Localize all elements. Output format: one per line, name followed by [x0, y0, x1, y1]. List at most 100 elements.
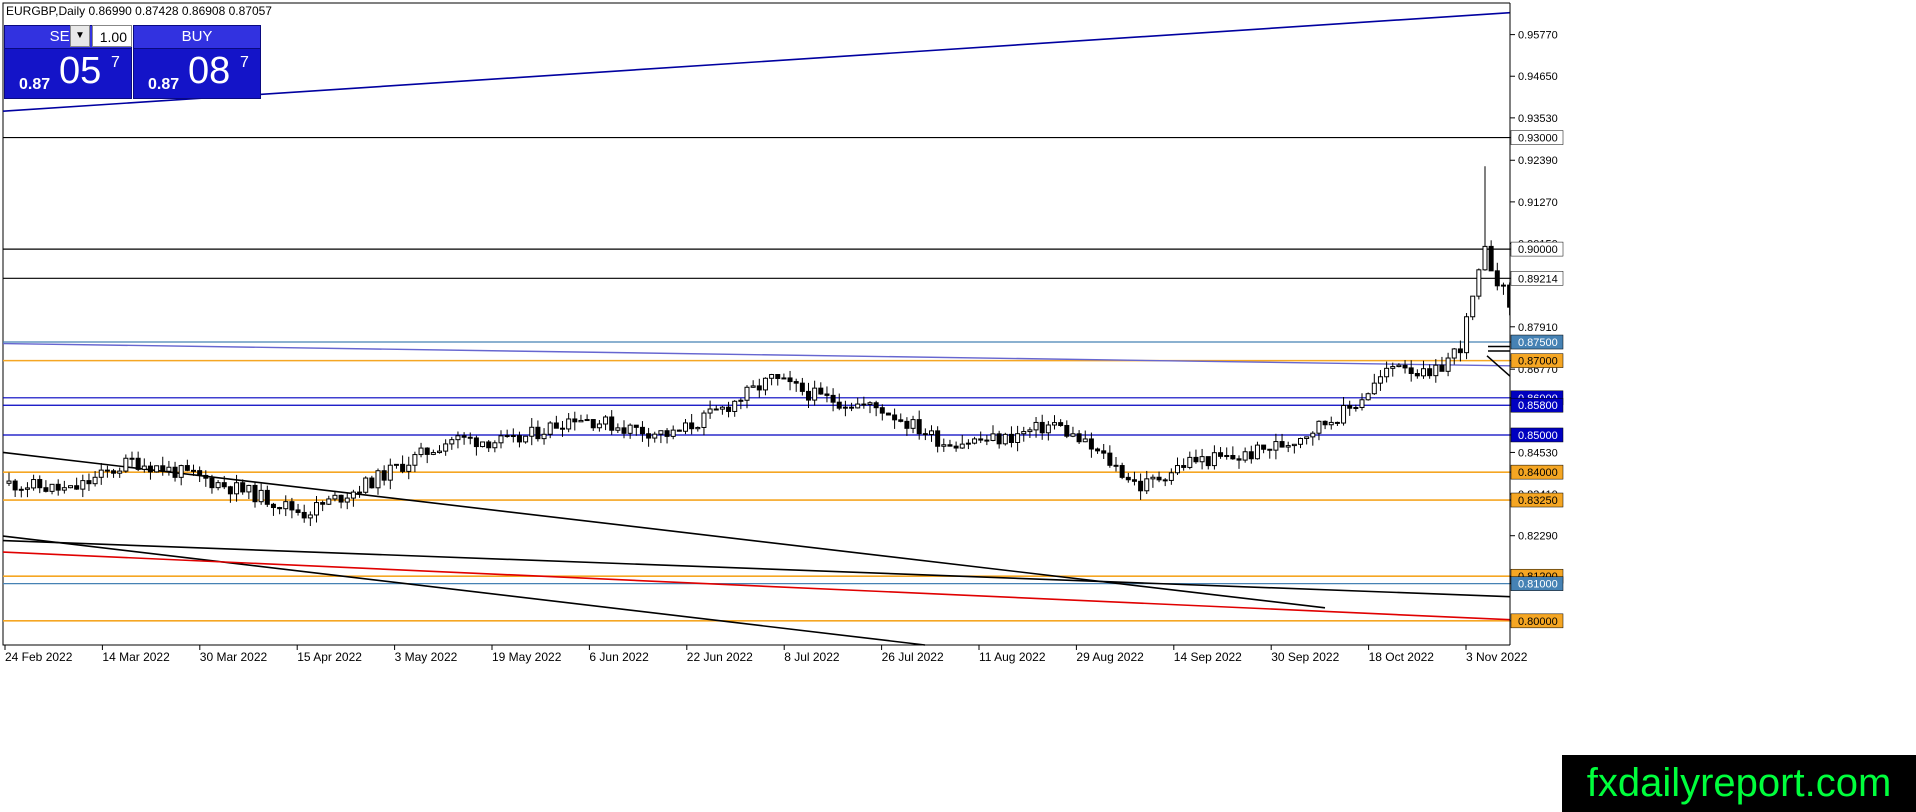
candle-body[interactable]	[141, 465, 147, 470]
candle-body[interactable]	[270, 503, 276, 509]
candle-body[interactable]	[885, 412, 891, 416]
candle-body[interactable]	[1242, 451, 1248, 461]
candle-body[interactable]	[234, 482, 240, 495]
candle-body[interactable]	[861, 403, 867, 406]
candle-body[interactable]	[191, 469, 196, 472]
candle-body[interactable]	[553, 422, 559, 429]
candle-body[interactable]	[849, 406, 855, 409]
candle-body[interactable]	[1328, 421, 1334, 426]
candle-body[interactable]	[1211, 452, 1217, 467]
candle-body[interactable]	[406, 464, 412, 472]
trend-line-2[interactable]	[2, 535, 926, 646]
candle-body[interactable]	[258, 489, 264, 503]
candle-body[interactable]	[1273, 441, 1279, 451]
candle-body[interactable]	[424, 447, 430, 455]
candle-body[interactable]	[1390, 366, 1396, 369]
candle-body[interactable]	[560, 427, 565, 430]
candle-body[interactable]	[1181, 465, 1187, 468]
candle-body[interactable]	[652, 433, 658, 439]
candle-body[interactable]	[147, 465, 153, 473]
candle-body[interactable]	[1482, 245, 1488, 271]
candle-body[interactable]	[701, 412, 707, 428]
candle-body[interactable]	[1162, 479, 1168, 482]
candle-body[interactable]	[689, 422, 695, 430]
candle-body[interactable]	[1015, 433, 1021, 443]
candle-body[interactable]	[744, 386, 750, 401]
candle-body[interactable]	[1039, 421, 1045, 434]
candle-body[interactable]	[1107, 452, 1113, 466]
candle-body[interactable]	[855, 403, 861, 409]
candle-body[interactable]	[1298, 437, 1303, 445]
candle-body[interactable]	[572, 418, 578, 423]
candle-body[interactable]	[178, 465, 184, 478]
candle-body[interactable]	[467, 436, 473, 439]
candle-body[interactable]	[633, 424, 639, 428]
candle-body[interactable]	[480, 441, 486, 448]
candle-body[interactable]	[1033, 421, 1039, 431]
candle-body[interactable]	[646, 433, 652, 439]
candle-body[interactable]	[1156, 476, 1162, 481]
lots-dropdown-button[interactable]: ▼	[70, 25, 90, 47]
candle-body[interactable]	[1218, 452, 1224, 457]
candle-body[interactable]	[381, 470, 387, 481]
candle-body[interactable]	[799, 382, 805, 392]
candle-body[interactable]	[473, 437, 479, 448]
candle-body[interactable]	[959, 443, 965, 449]
candle-body[interactable]	[1248, 451, 1254, 460]
candle-body[interactable]	[61, 487, 67, 491]
candle-body[interactable]	[953, 445, 959, 449]
candle-body[interactable]	[578, 419, 584, 423]
candle-body[interactable]	[1279, 441, 1285, 448]
candle-body[interactable]	[1470, 295, 1476, 318]
candle-body[interactable]	[135, 457, 141, 470]
candle-body[interactable]	[775, 374, 781, 379]
candle-body[interactable]	[55, 483, 61, 491]
candle-body[interactable]	[922, 433, 928, 436]
candle-body[interactable]	[873, 402, 879, 409]
candle-body[interactable]	[111, 470, 117, 474]
candle-body[interactable]	[947, 444, 953, 447]
candle-body[interactable]	[935, 430, 941, 447]
candle-body[interactable]	[965, 442, 971, 445]
candle-body[interactable]	[1267, 448, 1273, 451]
candle-body[interactable]	[80, 480, 86, 490]
candle-body[interactable]	[781, 377, 787, 380]
candle-body[interactable]	[277, 507, 283, 510]
candle-body[interactable]	[338, 494, 344, 503]
candle-body[interactable]	[1150, 476, 1156, 480]
candle-body[interactable]	[295, 509, 301, 513]
candle-body[interactable]	[738, 399, 744, 402]
candle-body[interactable]	[98, 469, 104, 478]
candle-body[interactable]	[812, 387, 818, 401]
candle-body[interactable]	[1341, 404, 1347, 424]
candle-body[interactable]	[1464, 316, 1470, 354]
candle-body[interactable]	[49, 483, 55, 492]
candle-body[interactable]	[1334, 421, 1340, 424]
candle-body[interactable]	[166, 466, 172, 472]
candle-body[interactable]	[1377, 376, 1383, 384]
candle-body[interactable]	[1476, 269, 1482, 297]
candle-body[interactable]	[818, 387, 824, 395]
candle-body[interactable]	[1070, 433, 1076, 437]
candle-body[interactable]	[713, 408, 719, 411]
candle-body[interactable]	[455, 435, 461, 441]
candle-body[interactable]	[1113, 464, 1119, 467]
candle-body[interactable]	[1230, 454, 1236, 460]
candle-body[interactable]	[836, 401, 842, 409]
candle-body[interactable]	[1408, 367, 1414, 375]
candle-body[interactable]	[603, 416, 609, 425]
candle-body[interactable]	[596, 423, 602, 429]
candle-body[interactable]	[842, 406, 848, 409]
candle-body[interactable]	[1064, 424, 1070, 437]
candle-body[interactable]	[1224, 454, 1230, 457]
candle-body[interactable]	[1322, 420, 1328, 426]
candle-body[interactable]	[68, 485, 73, 489]
candle-body[interactable]	[990, 433, 996, 441]
candle-body[interactable]	[326, 498, 332, 505]
candle-body[interactable]	[154, 465, 160, 473]
candle-body[interactable]	[1371, 382, 1377, 395]
candle-body[interactable]	[523, 435, 529, 443]
candle-body[interactable]	[1384, 367, 1390, 378]
candle-body[interactable]	[750, 385, 756, 388]
candle-body[interactable]	[123, 457, 129, 472]
